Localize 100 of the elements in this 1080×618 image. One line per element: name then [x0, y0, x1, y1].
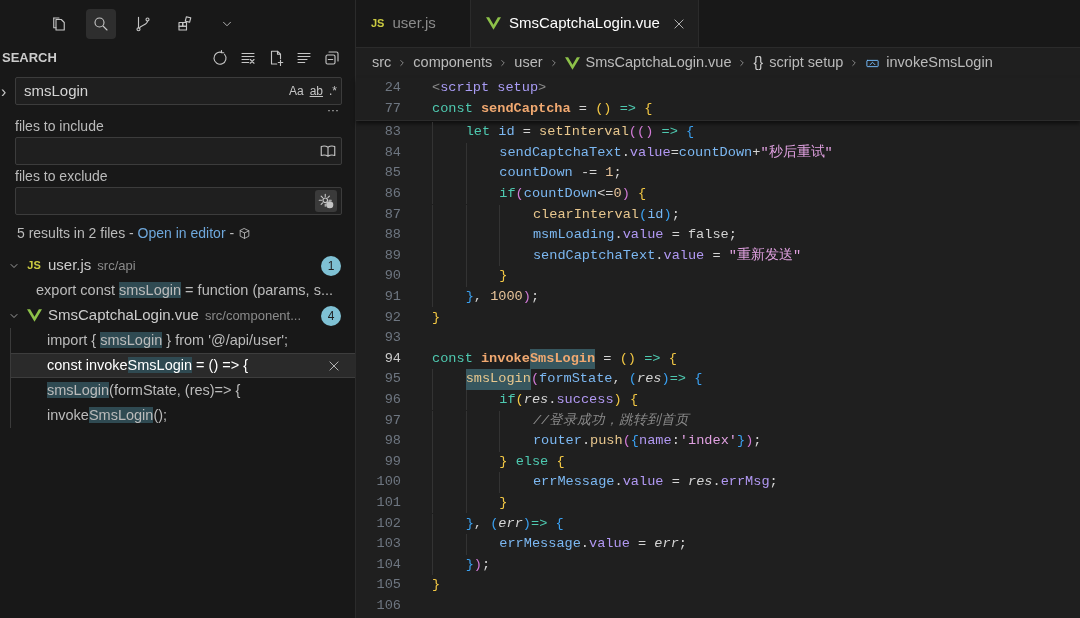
results-summary-separator: - [228, 223, 236, 243]
line-number: 92 [383, 308, 401, 327]
line-number: 94 [383, 349, 401, 368]
count-badge: 1 [321, 255, 341, 276]
line-number: 99 [383, 452, 401, 471]
open-in-editor-link[interactable]: Open in editor [137, 222, 226, 244]
field-label: files to exclude [15, 166, 109, 186]
toolbar-button[interactable] [211, 49, 229, 67]
breadcrumb-item[interactable]: components [413, 52, 493, 74]
line-number: 91 [383, 288, 401, 307]
braces-icon: {} [753, 52, 764, 74]
vue-icon [26, 309, 42, 322]
file-name: SmsCaptchaLogin.vue [48, 305, 199, 326]
panel-title: SEARCH [2, 49, 58, 68]
search-option-toggle[interactable]: ab [309, 82, 323, 100]
line-number: 77 [383, 99, 401, 118]
js-file-icon: JS [371, 15, 385, 32]
search-field[interactable]: smsLogin Aa ab .* [15, 77, 342, 105]
line-number: 100 [375, 473, 401, 492]
input-field[interactable] [15, 187, 342, 215]
js-file-icon: JS [27, 257, 41, 274]
line-number: 87 [383, 205, 401, 224]
search-option-toggle[interactable]: Aa [288, 82, 304, 100]
code-line: sendCaptchaText.value=countDown+"秒后重试" [432, 142, 833, 164]
file-name: user.js [48, 255, 92, 276]
line-number: 96 [383, 391, 401, 409]
line-number: 85 [383, 164, 401, 183]
line-number: 105 [375, 576, 401, 595]
line-number: 86 [383, 185, 401, 204]
code-line: } [432, 492, 508, 514]
vue-icon [564, 56, 580, 70]
code-line: const invokeSmsLogin = () => { [432, 348, 677, 370]
code-line: msmLoading.value = false; [432, 225, 737, 246]
line-number: 90 [383, 267, 401, 286]
results-summary: 5 results in 2 files - [17, 223, 135, 243]
code-line: <script setup> [432, 79, 547, 98]
code-line: router.push({name:'index'}); [432, 431, 762, 452]
code-line: } [432, 576, 441, 595]
line-number: 88 [383, 226, 401, 245]
code-line: if(res.success) { [432, 390, 639, 411]
search-icon [91, 15, 110, 33]
code-line: let id = setInterval(() => { [432, 122, 695, 143]
file-path: src/component... [204, 306, 303, 325]
editor-tab[interactable]: SmsCaptchaLogin.vue [471, 0, 699, 47]
code-line: const sendCaptcha = () => { [432, 99, 653, 118]
field-label: files to include [15, 116, 105, 136]
line-number: 101 [375, 493, 401, 512]
settings-icon [317, 192, 335, 210]
result-file-row[interactable]: JS user.js src/api 1 [0, 253, 355, 278]
code-line: } [432, 308, 441, 327]
line-number: 104 [375, 555, 401, 574]
line-number: 95 [383, 370, 401, 389]
branch-icon [133, 15, 152, 33]
toggle-details-button[interactable]: ··· [327, 104, 339, 116]
settings-button[interactable] [315, 190, 337, 212]
line-number: 97 [383, 411, 401, 430]
cube-icon [238, 226, 251, 240]
line-number: 98 [383, 432, 401, 451]
search-result[interactable]: smsLogin(formState, (res)=> { [10, 378, 355, 403]
replace-toggle[interactable]: › [1, 80, 7, 104]
count-badge: 4 [321, 305, 341, 326]
input-field[interactable] [15, 137, 342, 165]
search-result[interactable]: invokeSmsLogin(); [10, 403, 355, 428]
code-line: } [432, 266, 508, 287]
refresh-icon [211, 49, 229, 67]
code-line: sendCaptchaText.value = "重新发送" [432, 245, 802, 267]
line-number: 93 [383, 329, 401, 348]
breadcrumb-item[interactable]: user [514, 52, 543, 74]
code-line: }, (err)=> { [432, 513, 564, 534]
file-path: src/api [97, 256, 137, 275]
line-number: 102 [375, 514, 401, 533]
breadcrumb-item[interactable]: src [372, 52, 392, 74]
line-number: 24 [383, 79, 401, 98]
code-line: }); [432, 554, 491, 576]
extensions-icon [175, 15, 194, 33]
code-line: errMessage.value = res.errMsg; [432, 472, 778, 493]
line-number: 106 [375, 596, 401, 615]
close-icon [327, 358, 341, 373]
breadcrumb-item[interactable]: invokeSmsLogin [886, 52, 993, 74]
search-option-toggle[interactable]: .* [329, 82, 337, 100]
code-line: if(countDown<=0) { [432, 184, 647, 205]
line-number: 89 [383, 246, 401, 265]
book-icon [319, 142, 337, 160]
close-icon [671, 16, 686, 31]
search-result[interactable]: export const smsLogin = function (params, s... [0, 278, 355, 303]
code-line: countDown -= 1; [432, 163, 622, 184]
code-line: clearInterval(id); [432, 204, 680, 226]
toolbar-button[interactable] [323, 49, 341, 67]
vue-icon [486, 17, 501, 30]
code-line: smsLogin(formState, (res)=> { [432, 369, 703, 390]
code-line: //登录成功，跳转到首页 [432, 410, 690, 431]
code-line: } else { [432, 451, 565, 473]
breadcrumb-item[interactable]: script setup [769, 52, 844, 74]
breadcrumb-item[interactable]: SmsCaptchaLogin.vue [585, 52, 732, 74]
collapse-all-icon [323, 49, 341, 67]
activity-tab[interactable] [85, 9, 116, 39]
result-file-row[interactable]: SmsCaptchaLogin.vue src/component... 4 [0, 303, 355, 328]
line-number: 84 [383, 143, 401, 162]
line-number: 83 [383, 123, 401, 142]
search-result[interactable]: const invokeSmsLogin = () => { [10, 353, 355, 378]
